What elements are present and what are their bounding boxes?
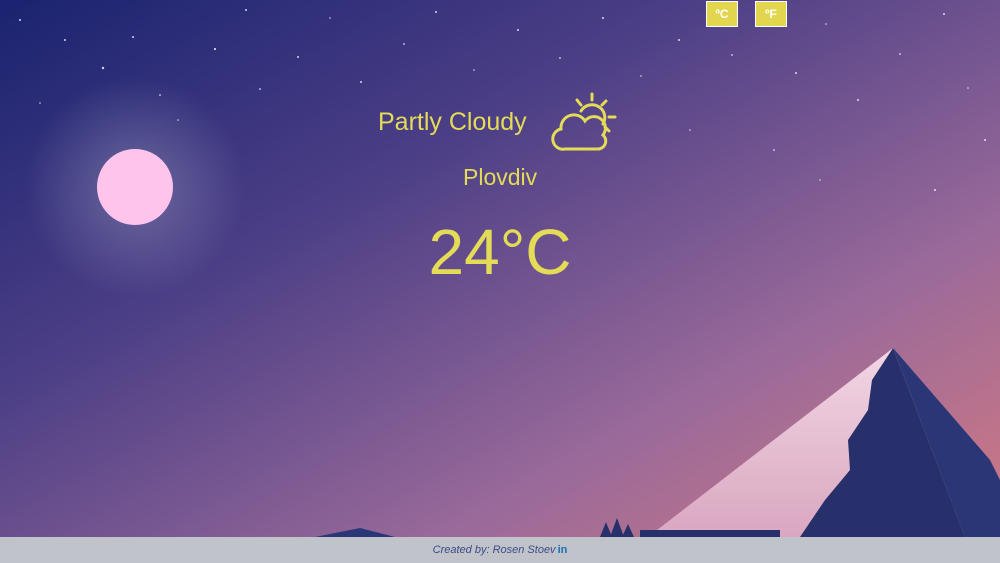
fahrenheit-button[interactable]: ºF [755, 1, 787, 27]
weather-condition: Partly Cloudy [378, 108, 527, 136]
moon [97, 149, 173, 225]
partly-cloudy-icon [551, 92, 617, 151]
footer: Created by: Rosen Stoev in [0, 537, 1000, 563]
celsius-button[interactable]: ºC [706, 1, 738, 27]
city-name: Plovdiv [463, 164, 538, 190]
temperature: 24°C [428, 216, 572, 288]
linkedin-link[interactable]: in [558, 544, 568, 556]
footer-credit: Created by: Rosen Stoev [432, 544, 556, 556]
